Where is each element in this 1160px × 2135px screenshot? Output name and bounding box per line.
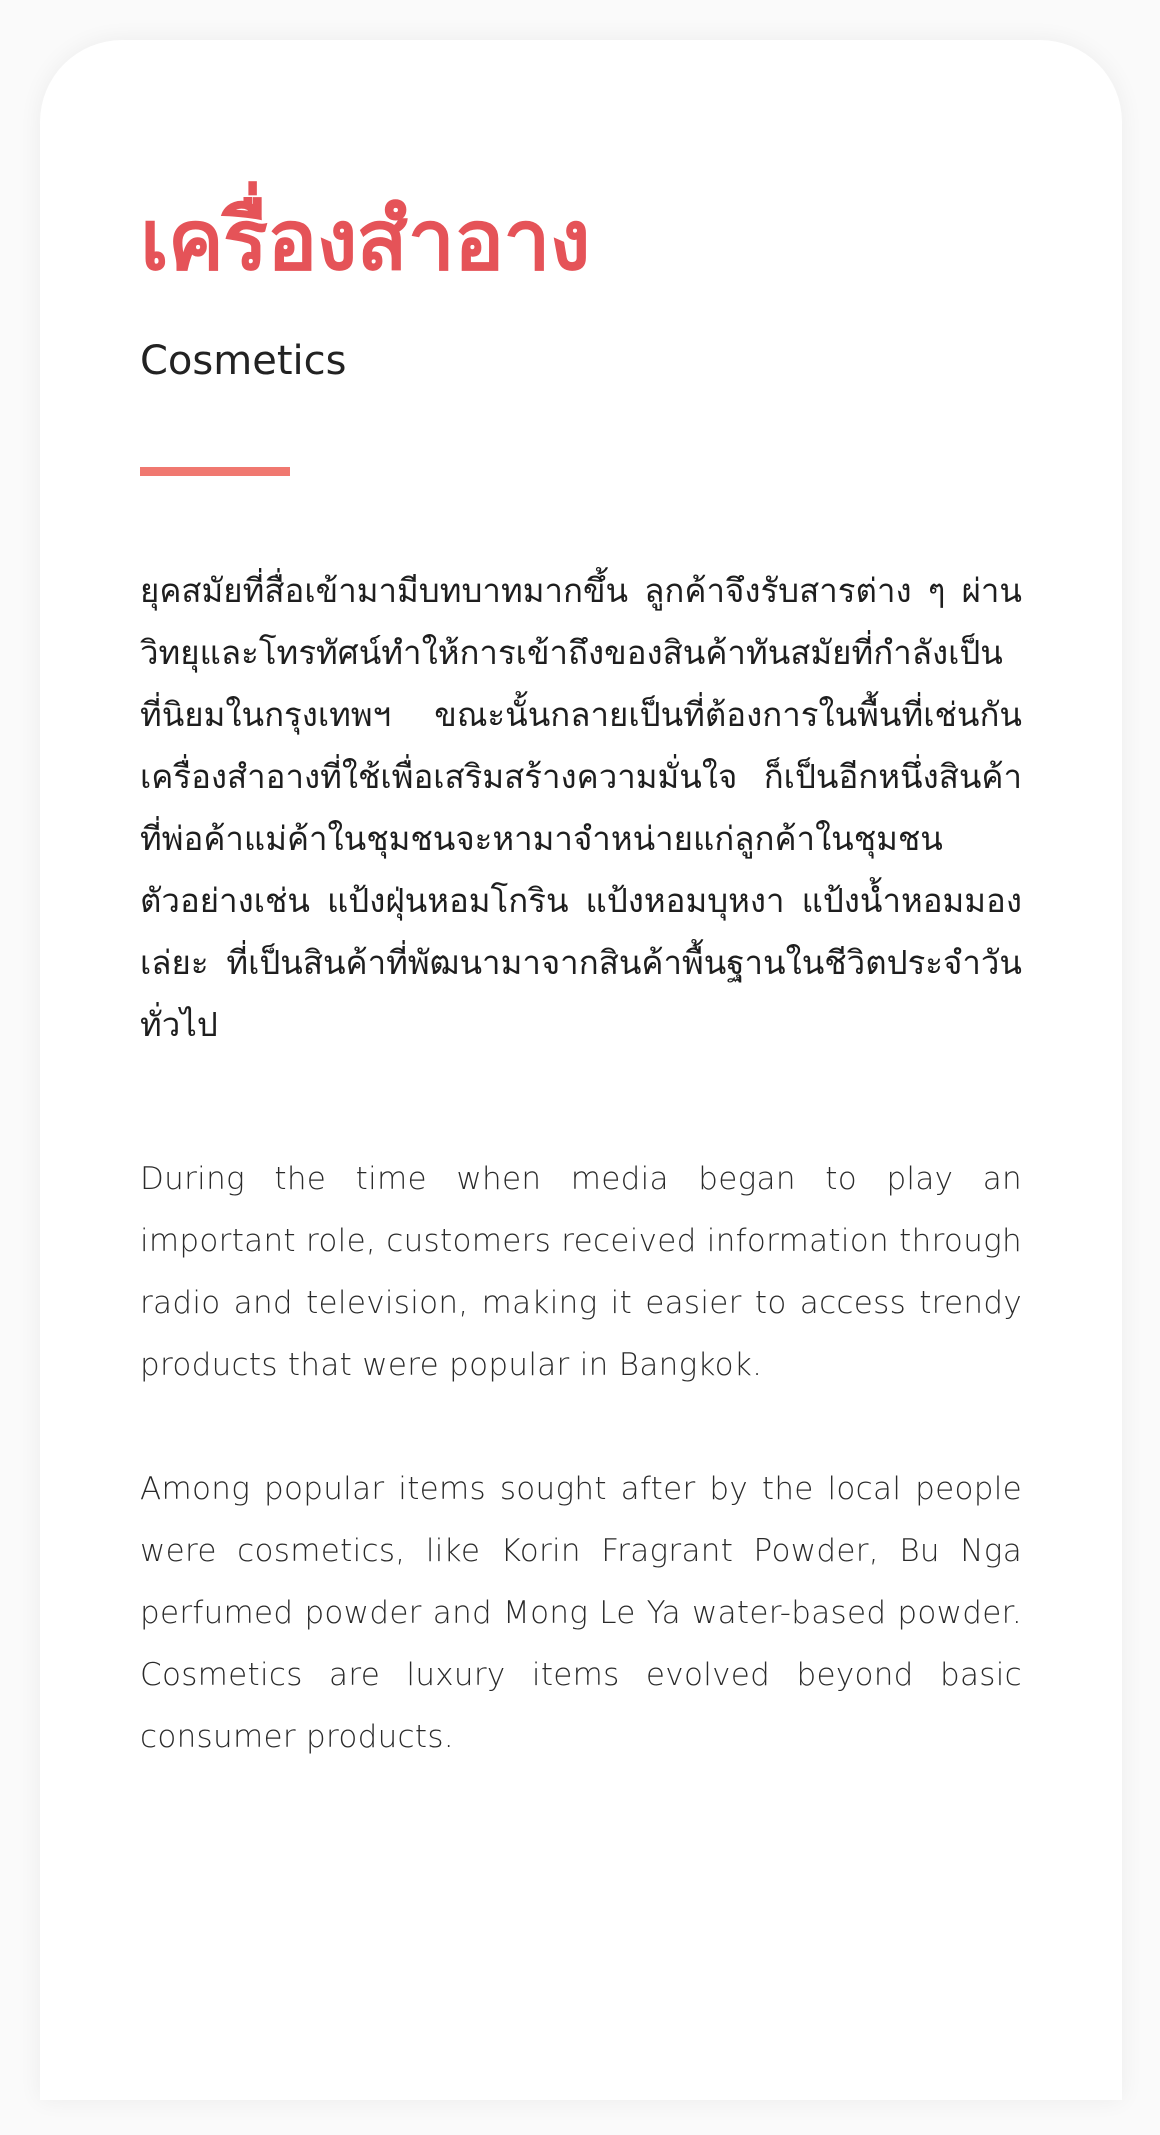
title-divider bbox=[140, 466, 290, 476]
description-thai: ยุคสมัยที่สื่อเข้ามามีบทบาทมากขึ้น ลูกค้… bbox=[140, 570, 1022, 1044]
content-card: เครื่องสำอาง Cosmetics ยุคสมัยที่สื่อเข้… bbox=[40, 40, 1122, 2100]
description-english-2: Among popular items sought after by the … bbox=[140, 1470, 1022, 1755]
page-title-thai: เครื่องสำอาง bbox=[140, 191, 591, 289]
description-english-1: During the time when media began to play… bbox=[140, 1160, 1022, 1383]
page-subtitle-english: Cosmetics bbox=[140, 337, 347, 384]
